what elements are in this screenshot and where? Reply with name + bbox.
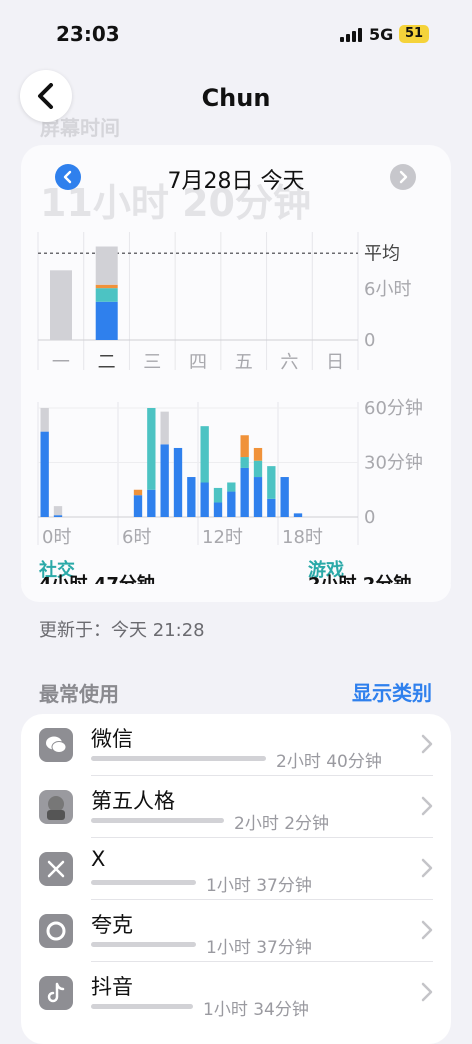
app-row[interactable]: X 1小时 37分钟	[21, 838, 451, 900]
usage-bar	[91, 880, 196, 885]
usage-charts: 一 二 三 四 五 六 日 平均 6小时 0 0时 6时 12时 18时 60分钟 30分钟 0	[37, 232, 423, 548]
hourly-bar-segment	[133, 495, 143, 517]
hourly-y-tick: 60分钟	[364, 398, 423, 419]
daily-y-tick: 6小时	[364, 279, 411, 300]
hourly-bar-segment	[160, 411, 169, 445]
chevron-right-icon	[421, 734, 433, 754]
app-name: 抖音	[91, 975, 133, 999]
wechat-icon	[39, 728, 73, 762]
hourly-bar-segment	[240, 467, 249, 517]
hourly-bar-segment	[147, 408, 156, 490]
hourly-bar-segment	[253, 460, 263, 478]
quark-icon	[39, 914, 73, 948]
day-tick-label: 三	[143, 352, 161, 373]
app-name: 夸克	[91, 913, 133, 937]
usage-time: 1小时 37分钟	[206, 876, 312, 896]
douyin-icon	[39, 976, 73, 1010]
day-tick-label: 一	[52, 352, 70, 373]
hour-tick-label: 12时	[202, 527, 243, 548]
usage-bar	[91, 756, 266, 761]
chevron-right-icon	[421, 920, 433, 940]
daily-bar-segment	[95, 301, 118, 340]
hourly-y-tick: 0	[364, 507, 375, 528]
app-name: 微信	[91, 727, 133, 751]
hourly-bar-segment	[173, 447, 183, 517]
day-tick-label: 五	[235, 352, 253, 373]
most-used-title: 最常使用	[39, 682, 119, 706]
app-row[interactable]: 微信 2小时 40分钟	[21, 714, 451, 776]
daily-bar-segment	[95, 288, 118, 302]
hourly-bar-segment	[253, 447, 263, 461]
show-categories-button[interactable]: 显示类别	[352, 677, 432, 706]
hourly-bar-segment	[213, 502, 223, 517]
hourly-bar-segment	[227, 482, 236, 492]
app-name: 第五人格	[91, 789, 175, 813]
usage-time: 2小时 2分钟	[234, 814, 330, 834]
usage-bar	[91, 942, 196, 947]
daily-bar-segment	[95, 284, 118, 289]
hour-tick-label: 0时	[42, 527, 71, 548]
hourly-bar-segment	[200, 426, 209, 483]
hourly-bar-segment	[267, 498, 276, 517]
card-fade	[21, 584, 451, 602]
usage-time: 1小时 34分钟	[203, 1000, 309, 1020]
identity-v-icon	[39, 790, 73, 824]
hourly-bar-segment	[53, 515, 63, 517]
hourly-bar-segment	[40, 431, 49, 517]
hourly-bar-segment	[293, 513, 303, 517]
hour-tick-label: 6时	[122, 527, 151, 548]
hourly-bar-segment	[280, 477, 289, 517]
hour-tick-label: 18时	[282, 527, 323, 548]
hourly-bar-segment	[240, 457, 249, 468]
hourly-bar-segment	[227, 491, 236, 517]
hourly-bar-segment	[253, 477, 263, 517]
daily-bar-segment	[50, 270, 72, 340]
day-tick-label: 二	[98, 352, 116, 373]
daily-y-tick: 0	[364, 330, 375, 351]
day-tick-label: 日	[326, 352, 344, 373]
usage-bar	[91, 818, 224, 823]
app-name: X	[91, 847, 106, 871]
hourly-bar-segment	[160, 444, 169, 517]
x-icon	[39, 852, 73, 886]
hourly-y-tick: 30分钟	[364, 453, 423, 474]
hourly-bar-segment	[187, 477, 196, 517]
day-tick-label: 四	[189, 352, 207, 373]
hourly-bar-segment	[147, 489, 156, 517]
hourly-bar-segment	[53, 506, 63, 516]
usage-time: 2小时 40分钟	[276, 752, 382, 772]
usage-time: 1小时 37分钟	[206, 938, 312, 958]
app-row[interactable]: 夸克 1小时 37分钟	[21, 900, 451, 962]
updated-label: 更新于：今天 21:28	[39, 620, 205, 641]
usage-bar	[91, 1004, 193, 1009]
hourly-bar-segment	[200, 482, 209, 517]
hourly-bar-segment	[267, 466, 276, 499]
chevron-right-icon	[421, 982, 433, 1002]
daily-bar-segment	[95, 246, 118, 285]
day-tick-label: 六	[280, 352, 298, 373]
chevron-right-icon	[421, 858, 433, 878]
chevron-right-icon	[421, 796, 433, 816]
hourly-bar-segment	[213, 487, 223, 503]
hourly-bar-segment	[133, 489, 143, 496]
daily-y-tick: 平均	[364, 243, 400, 264]
app-row[interactable]: 第五人格 2小时 2分钟	[21, 776, 451, 838]
hourly-bar-segment	[40, 408, 49, 432]
hourly-bar-segment	[240, 435, 249, 458]
app-row[interactable]: 抖音 1小时 34分钟	[21, 962, 451, 1024]
